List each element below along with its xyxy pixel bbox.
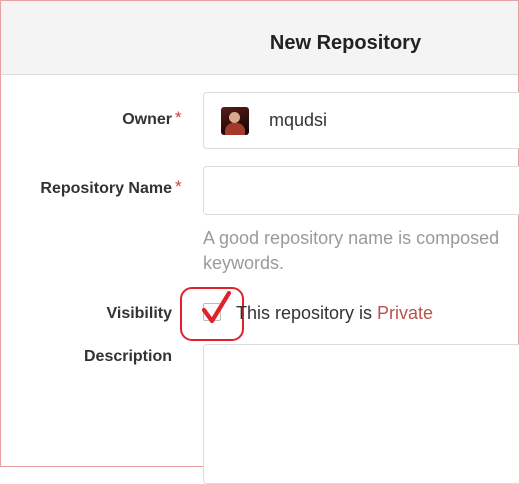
avatar [221, 107, 249, 135]
repo-name-help-line-1: A good repository name is composed [203, 228, 500, 248]
repo-name-required-mark: * [175, 177, 182, 196]
repo-name-input[interactable] [203, 166, 519, 215]
visibility-text: This repository is Private [236, 303, 433, 324]
visibility-text-prefix: This repository is [236, 303, 378, 323]
page-header: New Repository [1, 1, 518, 75]
owner-label: Owner [122, 111, 172, 128]
owner-dropdown[interactable]: mqudsi [203, 92, 519, 149]
checkmark-icon [201, 290, 232, 324]
repo-name-help-line-2: keywords. [203, 253, 285, 273]
page-title: New Repository [269, 32, 422, 54]
description-label: Description [83, 348, 172, 365]
owner-required-mark: * [175, 108, 182, 127]
repo-name-label: Repository Name [40, 180, 172, 197]
description-textarea[interactable] [203, 344, 519, 484]
owner-name: mqudsi [269, 110, 328, 130]
visibility-label: Visibility [106, 305, 172, 322]
repo-name-help-text: A good repository name is composed keywo… [203, 226, 519, 276]
visibility-private-text: Private [377, 303, 434, 323]
